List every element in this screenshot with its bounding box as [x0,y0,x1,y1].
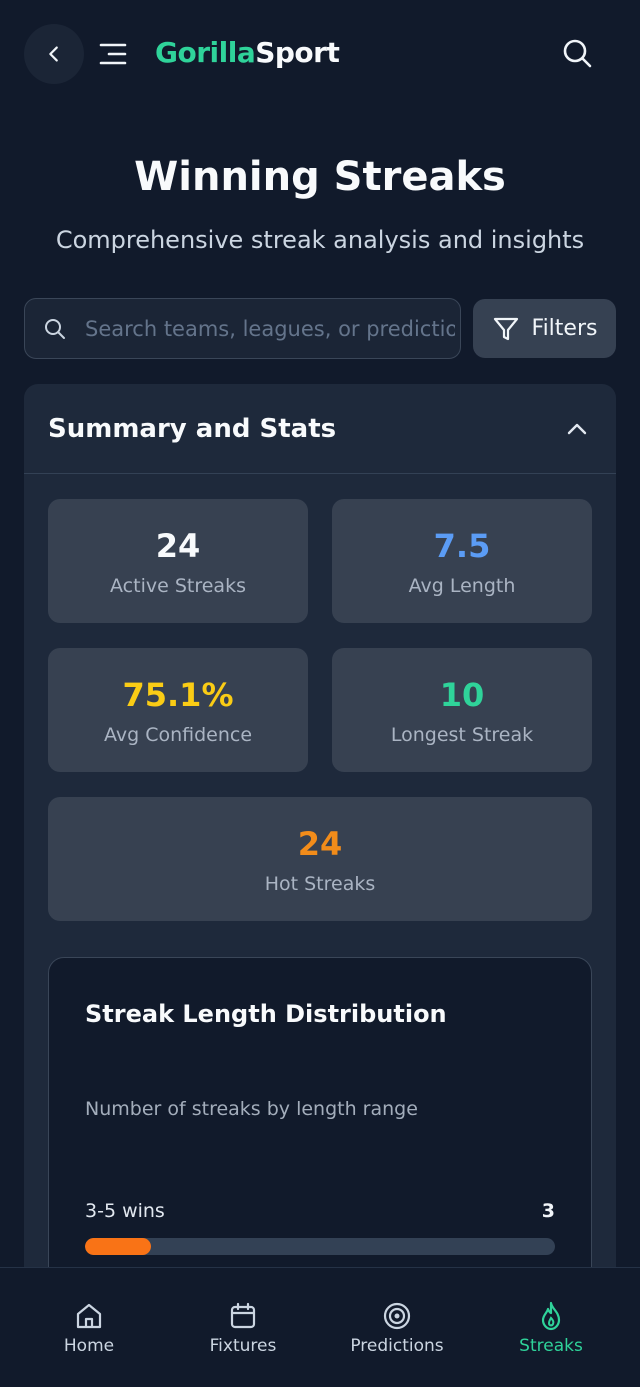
menu-button[interactable] [98,38,130,70]
nav-label: Streaks [519,1336,583,1356]
search-field-icon [45,319,65,339]
distribution-subtitle: Number of streaks by length range [85,1098,418,1120]
nav-label: Home [63,1336,115,1356]
flame-icon [541,1301,561,1331]
stat-value: 24 [155,527,201,565]
streaks-page: GorillaSport Winning Streaks Comprehensi… [0,0,640,1387]
top-header: GorillaSport [0,0,640,108]
stat-label: Avg Length [408,575,516,597]
nav-item-fixtures[interactable]: Fixtures [166,1268,320,1387]
bottom-navigation: Home Fixtures Predictions Streaks [0,1267,640,1387]
nav-item-streaks[interactable]: Streaks [474,1268,628,1387]
stat-value: 24 [297,825,343,863]
distribution-row-count: 3 [541,1200,555,1222]
stat-value: 7.5 [433,527,491,565]
stat-hot-streaks: 24 Hot Streaks [48,797,592,921]
app-logo[interactable]: GorillaSport [155,36,340,69]
distribution-bar-track [85,1238,555,1255]
search-icon [563,39,592,68]
summary-card: Summary and Stats 24 Active Streaks 7.5 … [24,384,616,1357]
stat-avg-length: 7.5 Avg Length [332,499,592,623]
stat-avg-confidence: 75.1% Avg Confidence [48,648,308,772]
stat-label: Hot Streaks [264,873,376,895]
filters-label: Filters [531,316,598,341]
logo-part-sport: Sport [255,36,340,69]
stat-label: Active Streaks [110,575,246,597]
summary-title: Summary and Stats [48,414,337,444]
filters-button[interactable]: Filters [473,299,616,358]
page-title: Winning Streaks [134,154,506,200]
home-icon [76,1303,102,1329]
stat-value: 75.1% [122,676,234,714]
stat-label: Avg Confidence [103,724,253,746]
target-icon [383,1302,411,1330]
menu-icon [99,43,127,65]
nav-label: Predictions [350,1336,444,1356]
back-button[interactable] [24,24,84,84]
nav-label: Fixtures [209,1336,277,1356]
header-search-button[interactable] [560,36,596,72]
stat-longest-streak: 10 Longest Streak [332,648,592,772]
calendar-icon [230,1302,256,1329]
page-subtitle: Comprehensive streak analysis and insigh… [55,226,585,254]
search-input[interactable] [85,307,455,351]
logo-part-gorilla: Gorilla [155,36,256,69]
summary-header[interactable]: Summary and Stats [24,384,616,474]
distribution-bar-fill [85,1238,151,1255]
chevron-up-icon[interactable] [564,416,590,442]
distribution-title: Streak Length Distribution [85,1000,447,1028]
search-field[interactable] [24,298,461,359]
back-arrow-icon [49,46,58,62]
nav-item-predictions[interactable]: Predictions [320,1268,474,1387]
stat-label: Longest Streak [390,724,534,746]
stat-active-streaks: 24 Active Streaks [48,499,308,623]
stat-value: 10 [439,676,485,714]
distribution-row-label: 3-5 wins [85,1200,165,1222]
nav-item-home[interactable]: Home [12,1268,166,1387]
filter-icon [493,317,518,340]
